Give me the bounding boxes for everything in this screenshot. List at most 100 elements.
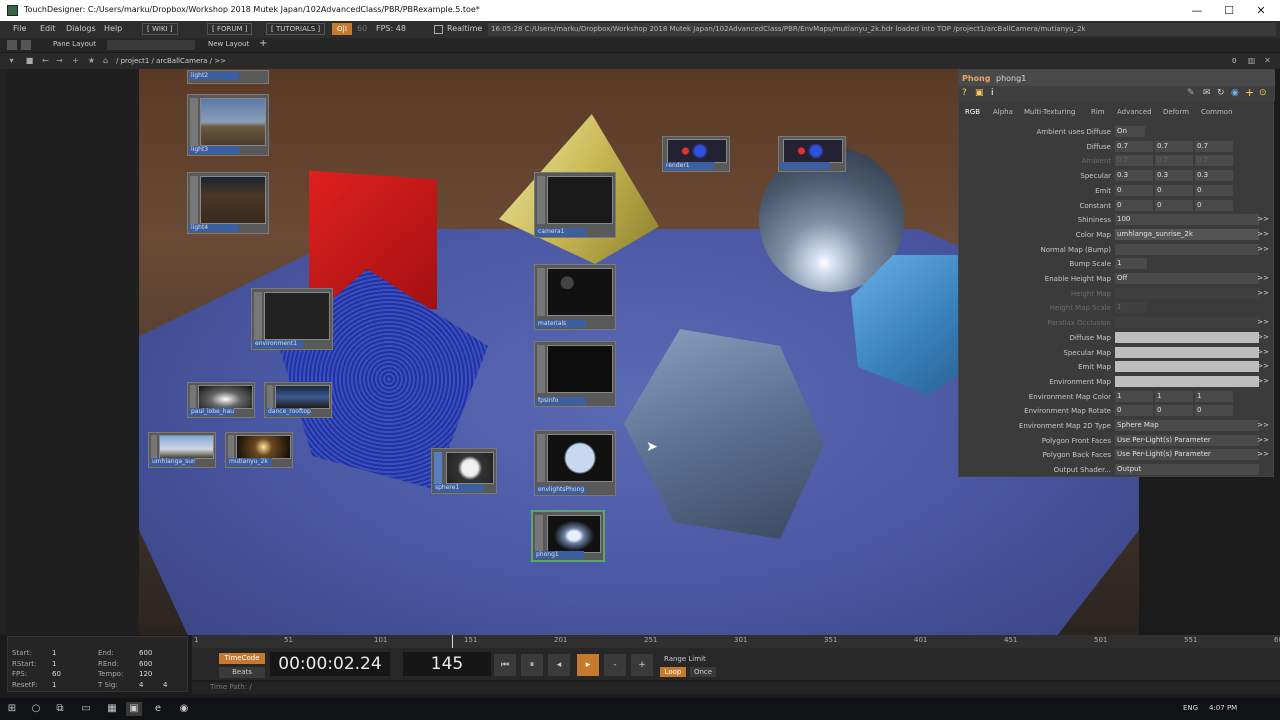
language-indicator[interactable]: ENG — [1183, 704, 1198, 712]
timecode-display[interactable]: 00:00:02.24 — [270, 652, 390, 676]
param-value-field[interactable] — [1115, 243, 1259, 255]
param-tab-deform[interactable]: Deform — [1163, 108, 1189, 116]
param-value-field[interactable] — [1115, 375, 1259, 387]
param-value-field[interactable]: Output — [1115, 464, 1259, 476]
param-value-field[interactable]: 1 — [1115, 390, 1153, 402]
param-value-field[interactable]: 1 — [1115, 258, 1147, 270]
timecode-mode-button[interactable]: TimeCode — [219, 653, 265, 664]
param-expand-icon[interactable]: >> — [1257, 436, 1269, 444]
param-expand-icon[interactable]: >> — [1257, 289, 1269, 297]
once-button[interactable]: Once — [690, 667, 716, 677]
tutorials-button[interactable]: [ TUTORIALS ] — [266, 23, 326, 35]
node-environment1[interactable]: environment1 — [251, 288, 333, 350]
param-value-field[interactable]: 0 — [1115, 405, 1153, 417]
step-forward-button[interactable]: - — [604, 654, 626, 676]
search-icon[interactable]: ○ — [28, 702, 44, 716]
param-value-field[interactable]: 0 — [1155, 184, 1193, 196]
param-value-field[interactable]: Use Per-Light(s) Parameter — [1115, 449, 1259, 461]
rstart-value[interactable]: 1 — [52, 660, 56, 668]
param-value-field[interactable]: 0 — [1195, 405, 1233, 417]
param-expand-icon[interactable]: >> — [1257, 230, 1269, 238]
forward-icon[interactable]: → — [54, 55, 65, 66]
new-layout-button[interactable]: New Layout — [208, 40, 249, 48]
node-light2[interactable]: light2 — [187, 70, 269, 84]
node-light4[interactable]: light4 — [187, 172, 269, 234]
param-tab-alpha[interactable]: Alpha — [993, 108, 1013, 116]
param-value-field[interactable]: 0 — [1195, 184, 1233, 196]
param-tab-rgb[interactable]: RGB — [965, 108, 980, 116]
param-value-field[interactable] — [1115, 317, 1259, 329]
param-expand-icon[interactable]: >> — [1257, 274, 1269, 282]
playhead[interactable] — [452, 635, 453, 648]
tsig-value-1[interactable]: 4 — [139, 681, 143, 689]
tsig-value-2[interactable]: 4 — [163, 681, 167, 689]
param-value-field[interactable] — [1115, 361, 1259, 373]
param-value-field[interactable]: 0.3 — [1155, 170, 1193, 182]
wiki-button[interactable]: [ WIKI ] — [142, 23, 178, 35]
param-value-field[interactable]: 100 — [1115, 214, 1259, 226]
fps-value[interactable]: 60 — [52, 670, 61, 678]
param-expand-icon[interactable]: >> — [1257, 377, 1269, 385]
rend-value[interactable]: 600 — [139, 660, 152, 668]
pause-button[interactable]: ⏸ — [521, 654, 543, 676]
param-value-field[interactable]: 0.7 — [1115, 155, 1153, 167]
add-icon[interactable]: + — [70, 55, 81, 66]
menu-help[interactable]: Help — [104, 24, 122, 33]
oi-toggle[interactable]: O|I — [332, 23, 352, 35]
obs-icon[interactable]: ◉ — [176, 702, 192, 716]
pane-icon-2[interactable] — [21, 40, 31, 50]
step-back-button[interactable]: ◂ — [548, 654, 570, 676]
timeline-ruler[interactable]: 151101151201251301351401451501551600 — [192, 635, 1280, 648]
menu-file[interactable]: File — [13, 24, 26, 33]
param-tab-advanced[interactable]: Advanced — [1117, 108, 1152, 116]
split-icon[interactable]: ▥ — [1246, 55, 1257, 66]
param-value-field[interactable]: 1 — [1115, 302, 1147, 314]
back-icon[interactable]: ← — [40, 55, 51, 66]
forum-button[interactable]: [ FORUM ] — [207, 23, 253, 35]
node-umhlanga-sunrise[interactable]: umhlanga_sunrise_2k — [148, 432, 216, 468]
file-explorer-icon[interactable]: ▭ — [78, 702, 94, 716]
app-icon-2[interactable]: ▦ — [104, 702, 120, 716]
param-value-field[interactable]: 0 — [1195, 199, 1233, 211]
resetf-value[interactable]: 1 — [52, 681, 56, 689]
touchdesigner-taskbar-icon[interactable]: ▣ — [126, 702, 142, 716]
menu-dialogs[interactable]: Dialogs — [66, 24, 96, 33]
param-value-field[interactable]: 0.7 — [1155, 155, 1193, 167]
tempo-value[interactable]: 120 — [139, 670, 152, 678]
layout-presets[interactable] — [107, 40, 195, 50]
windows-start-icon[interactable]: ⊞ — [4, 702, 20, 716]
param-value-field[interactable] — [1115, 346, 1259, 358]
edge-icon[interactable]: e — [150, 702, 166, 716]
node-fpsinfo[interactable]: fpsInfo — [534, 341, 616, 407]
param-value-field[interactable]: Off — [1115, 273, 1259, 284]
param-value-field[interactable]: Use Per-Light(s) Parameter — [1115, 434, 1259, 446]
rewind-button[interactable]: ⏮ — [494, 654, 516, 676]
param-value-field[interactable] — [1115, 331, 1259, 343]
param-expand-icon[interactable]: >> — [1257, 362, 1269, 370]
time-path-label[interactable]: Time Path: / — [210, 683, 252, 691]
param-expand-icon[interactable]: >> — [1257, 215, 1269, 223]
network-path[interactable]: / project1 / arcBallCamera / >> — [116, 57, 226, 65]
maximize-button[interactable]: ☐ — [1214, 2, 1244, 19]
node-camera1[interactable]: camera1 — [534, 172, 616, 238]
pane-layout-label[interactable]: Pane Layout — [53, 40, 96, 48]
param-expand-icon[interactable]: >> — [1257, 318, 1269, 326]
beats-mode-button[interactable]: Beats — [219, 667, 265, 678]
param-value-field[interactable]: 1 — [1195, 390, 1233, 402]
node-mutianyu[interactable]: mutianyu_2k — [225, 432, 293, 468]
star-icon[interactable]: ★ — [86, 55, 97, 66]
close-pane-icon[interactable]: ✕ — [1262, 55, 1273, 66]
node-render1[interactable]: render1 — [662, 136, 730, 172]
play-button[interactable]: ▸ — [577, 654, 599, 676]
task-view-icon[interactable]: ⧉ — [52, 702, 68, 716]
menu-edit[interactable]: Edit — [40, 24, 56, 33]
node-paul-lobe-haus[interactable]: paul_lobe_haus_2k — [187, 382, 255, 418]
param-expand-icon[interactable]: >> — [1257, 333, 1269, 341]
param-value-field[interactable]: 0.7 — [1155, 140, 1193, 152]
end-button[interactable]: + — [631, 654, 653, 676]
loop-button[interactable]: Loop — [660, 667, 686, 677]
node-sphere1[interactable]: sphere1 — [431, 448, 497, 494]
node-dance-rooftop[interactable]: dance_rooftop_2_2k — [264, 382, 332, 418]
param-value-field[interactable]: 0.3 — [1115, 170, 1153, 182]
node-phong1[interactable]: phong1 — [531, 510, 605, 562]
